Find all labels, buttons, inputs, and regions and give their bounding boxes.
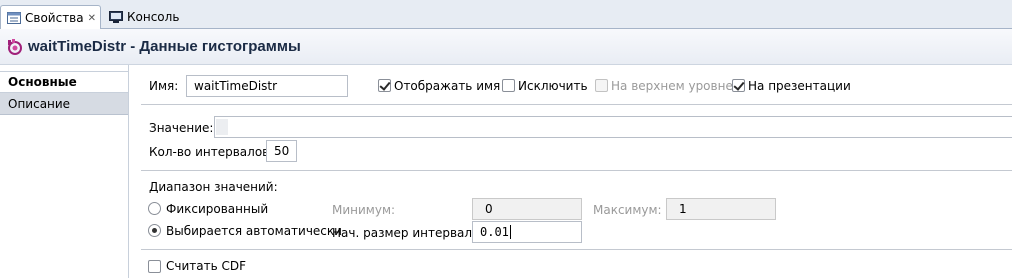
top-level-checkbox[interactable] [595,79,608,92]
exclude-checkbox[interactable] [502,79,515,92]
auto-radio[interactable] [148,224,161,237]
tab-console-label: Консоль [127,10,180,24]
close-icon[interactable]: ✕ [88,13,96,24]
console-icon [109,11,123,23]
nav-item-description-label: Описание [8,96,71,111]
min-field-value: 0 [485,202,493,216]
on-presentation-label: На презентации [748,79,851,93]
on-presentation-checkbox[interactable] [732,79,745,92]
section-divider [141,170,1012,171]
properties-icon [7,12,21,24]
exclude-label: Исключить [518,79,588,93]
text-caret [509,225,511,239]
max-field[interactable]: 1 [666,198,776,220]
nav-divider [128,65,129,278]
properties-title-bar: waitTimeDistr - Данные гистограммы [0,29,1012,65]
auto-radio-label: Выбирается автоматически [166,224,342,238]
view-tab-strip: Свойства ✕ Консоль [0,0,1012,30]
interval-size-field-value: 0.01 [480,225,509,239]
name-label: Имя: [149,79,179,93]
tab-properties[interactable]: Свойства ✕ [0,5,101,30]
value-field-gutter [216,119,228,135]
fixed-radio[interactable] [148,202,161,215]
show-name-checkbox[interactable] [378,79,391,92]
max-label: Максимум: [593,203,662,217]
value-field[interactable] [214,116,1012,138]
show-name-label: Отображать имя [394,79,501,93]
intervals-field[interactable]: 50 [266,140,297,162]
intervals-field-value: 50 [274,144,290,158]
page-title: waitTimeDistr - Данные гистограммы [28,38,301,55]
min-label: Минимум: [332,203,396,217]
intervals-label: Кол-во интервалов: [149,145,274,159]
max-field-value: 1 [679,202,687,216]
tab-properties-label: Свойства [25,11,84,25]
section-divider [141,249,1012,250]
tab-console[interactable]: Консоль [103,5,180,29]
nav-item-main-label: Основные [8,75,77,89]
cdf-label: Считать CDF [166,259,247,273]
cdf-checkbox[interactable] [148,260,161,273]
value-label: Значение: [149,121,214,135]
range-label: Диапазон значений: [149,180,278,194]
nav-item-description[interactable]: Описание [0,93,128,115]
interval-size-field[interactable]: 0.01 [472,221,582,243]
name-field-value: waitTimeDistr [194,79,278,93]
top-level-label: На верхнем уровне [611,79,733,93]
nav-item-main[interactable]: Основные [0,71,128,93]
fixed-radio-label: Фиксированный [166,202,269,216]
histogram-data-icon [6,38,24,56]
section-divider [141,104,1012,105]
name-field[interactable]: waitTimeDistr [186,75,348,97]
min-field[interactable]: 0 [472,198,582,220]
interval-size-label: Нач. размер интервала: [332,226,484,240]
section-nav: Основные Описание [0,65,128,278]
